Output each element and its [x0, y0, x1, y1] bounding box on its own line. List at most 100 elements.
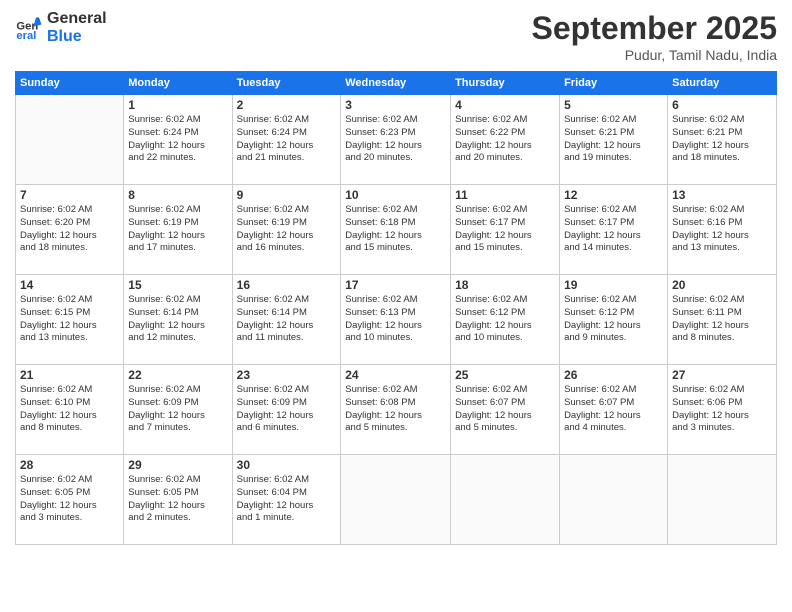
col-sunday: Sunday: [16, 72, 124, 95]
table-row: 24 Sunrise: 6:02 AM Sunset: 6:08 PM Dayli…: [341, 365, 451, 455]
day-number: 18: [455, 278, 555, 292]
day-info: Sunrise: 6:02 AM Sunset: 6:04 PM Dayligh…: [237, 474, 337, 525]
day-info: Sunrise: 6:02 AM Sunset: 6:07 PM Dayligh…: [564, 384, 663, 435]
day-info: Sunrise: 6:02 AM Sunset: 6:05 PM Dayligh…: [128, 474, 227, 525]
svg-text:eral: eral: [16, 30, 36, 42]
day-number: 29: [128, 458, 227, 472]
day-info: Sunrise: 6:02 AM Sunset: 6:21 PM Dayligh…: [564, 114, 663, 165]
title-block: September 2025 Pudur, Tamil Nadu, India: [532, 10, 777, 63]
day-number: 14: [20, 278, 119, 292]
table-row: 25Sunrise: 6:02 AM Sunset: 6:07 PM Dayli…: [451, 365, 560, 455]
col-monday: Monday: [124, 72, 232, 95]
table-row: 4 Sunrise: 6:02 AM Sunset: 6:22 PM Daylig…: [451, 95, 560, 185]
day-info: Sunrise: 6:02 AM Sunset: 6:14 PM Dayligh…: [237, 294, 337, 345]
day-number: 17: [345, 278, 446, 292]
day-number: 27: [672, 368, 772, 382]
day-info: Sunrise: 6:02 AM Sunset: 6:08 PM Dayligh…: [345, 384, 446, 435]
day-info: Sunrise: 6:02 AM Sunset: 6:11 PM Dayligh…: [672, 294, 772, 345]
day-info: Sunrise: 6:02 AM Sunset: 6:17 PM Dayligh…: [564, 204, 663, 255]
table-row: 22 Sunrise: 6:02 AM Sunset: 6:09 PM Dayli…: [124, 365, 232, 455]
day-number: 4: [455, 98, 555, 112]
table-row: 23 Sunrise: 6:02 AM Sunset: 6:09 PM Dayli…: [232, 365, 341, 455]
table-row: 7 Sunrise: 6:02 AM Sunset: 6:20 PM Daylig…: [16, 185, 124, 275]
day-number: 7: [20, 188, 119, 202]
day-number: 6: [672, 98, 772, 112]
day-info: Sunrise: 6:02 AM Sunset: 6:16 PM Dayligh…: [672, 204, 772, 255]
day-number: 26: [564, 368, 663, 382]
table-row: [560, 455, 668, 545]
day-number: 11: [455, 188, 555, 202]
table-row: 13 Sunrise: 6:02 AM Sunset: 6:16 PM Dayli…: [668, 185, 777, 275]
month-title: September 2025: [532, 10, 777, 47]
table-row: 21 Sunrise: 6:02 AM Sunset: 6:10 PM Dayli…: [16, 365, 124, 455]
day-info: Sunrise: 6:02 AM Sunset: 6:07 PM Dayligh…: [455, 384, 555, 435]
day-number: 19: [564, 278, 663, 292]
day-number: 10: [345, 188, 446, 202]
day-info: Sunrise: 6:02 AM Sunset: 6:13 PM Dayligh…: [345, 294, 446, 345]
table-row: [16, 95, 124, 185]
day-number: 20: [672, 278, 772, 292]
table-row: 28Sunrise: 6:02 AM Sunset: 6:05 PM Dayli…: [16, 455, 124, 545]
calendar-table: Sunday Monday Tuesday Wednesday Thursday…: [15, 71, 777, 545]
table-row: 5 Sunrise: 6:02 AM Sunset: 6:21 PM Daylig…: [560, 95, 668, 185]
day-number: 1: [128, 98, 227, 112]
day-info: Sunrise: 6:02 AM Sunset: 6:21 PM Dayligh…: [672, 114, 772, 165]
day-info: Sunrise: 6:02 AM Sunset: 6:06 PM Dayligh…: [672, 384, 772, 435]
col-friday: Friday: [560, 72, 668, 95]
day-info: Sunrise: 6:02 AM Sunset: 6:15 PM Dayligh…: [20, 294, 119, 345]
col-thursday: Thursday: [451, 72, 560, 95]
table-row: 6 Sunrise: 6:02 AM Sunset: 6:21 PM Daylig…: [668, 95, 777, 185]
day-number: 3: [345, 98, 446, 112]
day-info: Sunrise: 6:02 AM Sunset: 6:19 PM Dayligh…: [128, 204, 227, 255]
day-info: Sunrise: 6:02 AM Sunset: 6:12 PM Dayligh…: [564, 294, 663, 345]
day-info: Sunrise: 6:02 AM Sunset: 6:17 PM Dayligh…: [455, 204, 555, 255]
day-info: Sunrise: 6:02 AM Sunset: 6:10 PM Dayligh…: [20, 384, 119, 435]
table-row: 18 Sunrise: 6:02 AM Sunset: 6:12 PM Dayli…: [451, 275, 560, 365]
table-row: 2Sunrise: 6:02 AM Sunset: 6:24 PM Daylig…: [232, 95, 341, 185]
day-number: 21: [20, 368, 119, 382]
table-row: 8Sunrise: 6:02 AM Sunset: 6:19 PM Daylig…: [124, 185, 232, 275]
day-info: Sunrise: 6:02 AM Sunset: 6:22 PM Dayligh…: [455, 114, 555, 165]
day-info: Sunrise: 6:02 AM Sunset: 6:12 PM Dayligh…: [455, 294, 555, 345]
table-row: 26 Sunrise: 6:02 AM Sunset: 6:07 PM Dayli…: [560, 365, 668, 455]
day-number: 22: [128, 368, 227, 382]
col-tuesday: Tuesday: [232, 72, 341, 95]
table-row: 9 Sunrise: 6:02 AM Sunset: 6:19 PM Daylig…: [232, 185, 341, 275]
logo-icon: Gen eral: [15, 14, 43, 42]
table-row: 12 Sunrise: 6:02 AM Sunset: 6:17 PM Dayli…: [560, 185, 668, 275]
day-info: Sunrise: 6:02 AM Sunset: 6:09 PM Dayligh…: [237, 384, 337, 435]
table-row: 3 Sunrise: 6:02 AM Sunset: 6:23 PM Daylig…: [341, 95, 451, 185]
table-row: 30 Sunrise: 6:02 AM Sunset: 6:04 PM Dayli…: [232, 455, 341, 545]
table-row: 16 Sunrise: 6:02 AM Sunset: 6:14 PM Dayli…: [232, 275, 341, 365]
table-row: 15Sunrise: 6:02 AM Sunset: 6:14 PM Dayli…: [124, 275, 232, 365]
table-row: 14 Sunrise: 6:02 AM Sunset: 6:15 PM Dayli…: [16, 275, 124, 365]
table-row: 1 Sunrise: 6:02 AM Sunset: 6:24 PM Daylig…: [124, 95, 232, 185]
day-number: 23: [237, 368, 337, 382]
day-info: Sunrise: 6:02 AM Sunset: 6:23 PM Dayligh…: [345, 114, 446, 165]
day-info: Sunrise: 6:02 AM Sunset: 6:19 PM Dayligh…: [237, 204, 337, 255]
day-number: 13: [672, 188, 772, 202]
col-saturday: Saturday: [668, 72, 777, 95]
day-info: Sunrise: 6:02 AM Sunset: 6:09 PM Dayligh…: [128, 384, 227, 435]
day-number: 15: [128, 278, 227, 292]
day-number: 12: [564, 188, 663, 202]
day-number: 2: [237, 98, 337, 112]
table-row: 20 Sunrise: 6:02 AM Sunset: 6:11 PM Dayli…: [668, 275, 777, 365]
day-number: 24: [345, 368, 446, 382]
day-number: 5: [564, 98, 663, 112]
day-number: 30: [237, 458, 337, 472]
calendar-page: Gen eral General Blue September 2025 Pud…: [0, 0, 792, 612]
day-info: Sunrise: 6:02 AM Sunset: 6:20 PM Dayligh…: [20, 204, 119, 255]
logo-text-line2: Blue: [47, 28, 107, 46]
day-info: Sunrise: 6:02 AM Sunset: 6:24 PM Dayligh…: [128, 114, 227, 165]
table-row: [668, 455, 777, 545]
table-row: 10Sunrise: 6:02 AM Sunset: 6:18 PM Dayli…: [341, 185, 451, 275]
logo: Gen eral General Blue: [15, 10, 107, 45]
logo-text-line1: General: [47, 10, 107, 28]
day-number: 16: [237, 278, 337, 292]
table-row: [451, 455, 560, 545]
day-info: Sunrise: 6:02 AM Sunset: 6:05 PM Dayligh…: [20, 474, 119, 525]
table-row: 27 Sunrise: 6:02 AM Sunset: 6:06 PM Dayli…: [668, 365, 777, 455]
day-number: 9: [237, 188, 337, 202]
page-header: Gen eral General Blue September 2025 Pud…: [15, 10, 777, 63]
